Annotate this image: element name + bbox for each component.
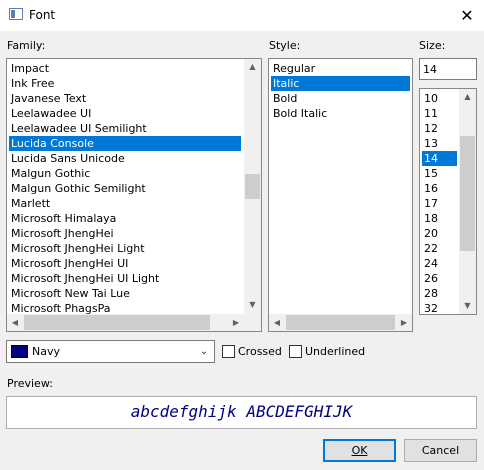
family-hscroll-thumb[interactable] (24, 315, 210, 330)
family-list-item[interactable]: Microsoft JhengHei Light (9, 241, 241, 256)
style-list-item[interactable]: Bold Italic (271, 106, 410, 121)
size-list-item[interactable]: 28 (422, 286, 457, 301)
window-title: Font (29, 8, 56, 22)
family-list-item[interactable]: Javanese Text (9, 91, 241, 106)
style-listbox[interactable]: Regular Italic Bold Bold Italic ◀ ▶ (268, 58, 413, 332)
size-label: Size: (419, 39, 446, 52)
crossed-label[interactable]: Crossed (238, 345, 282, 358)
underlined-checkbox[interactable] (289, 345, 302, 358)
family-label: Family: (7, 39, 46, 52)
size-input[interactable]: 14 (419, 58, 477, 80)
family-list-item[interactable]: Leelawadee UI Semilight (9, 121, 241, 136)
size-list-item[interactable]: 11 (422, 106, 457, 121)
preview-sample: abcdefghijk ABCDEFGHIJK (130, 402, 353, 421)
size-list-item[interactable]: 20 (422, 226, 457, 241)
scroll-down-icon[interactable]: ▼ (244, 297, 261, 312)
size-list-item[interactable]: 15 (422, 166, 457, 181)
size-list-item[interactable]: 22 (422, 241, 457, 256)
family-list-item[interactable]: Lucida Console (9, 136, 241, 151)
size-vscroll-thumb[interactable] (460, 136, 475, 251)
color-combobox[interactable]: Navy ⌄ (6, 340, 215, 363)
family-list-item[interactable]: Ink Free (9, 76, 241, 91)
family-list-item[interactable]: Microsoft JhengHei (9, 226, 241, 241)
size-list-item[interactable]: 13 (422, 136, 457, 151)
size-list-item[interactable]: 18 (422, 211, 457, 226)
size-list-item[interactable]: 14 (422, 151, 457, 166)
style-hscroll-thumb[interactable] (286, 315, 395, 330)
size-list-item[interactable]: 17 (422, 196, 457, 211)
family-vscroll[interactable]: ▲ ▼ (244, 59, 261, 314)
style-label: Style: (269, 39, 301, 52)
size-list-item[interactable]: 10 (422, 91, 457, 106)
title-bar (0, 0, 484, 31)
scroll-corner (244, 314, 261, 331)
style-list-item[interactable]: Regular (271, 61, 410, 76)
ok-label: OK (351, 444, 368, 457)
family-list-item[interactable]: Microsoft New Tai Lue (9, 286, 241, 301)
scroll-up-icon[interactable]: ▲ (244, 59, 261, 74)
style-hscroll[interactable]: ◀ ▶ (269, 314, 412, 331)
preview-box: abcdefghijk ABCDEFGHIJK (6, 396, 477, 429)
family-list-item[interactable]: Marlett (9, 196, 241, 211)
family-listbox[interactable]: Impact Ink Free Javanese Text Leelawadee UI… (6, 58, 262, 332)
size-listbox[interactable]: 10 11 12 13 14 15 16 17 18 20 22 24 26 28 32 ▲ ▼ (419, 88, 477, 315)
family-list-item[interactable]: Malgun Gothic (9, 166, 241, 181)
family-list-item[interactable]: Malgun Gothic Semilight (9, 181, 241, 196)
preview-label: Preview: (7, 377, 53, 390)
scroll-left-icon[interactable]: ◀ (7, 314, 23, 331)
ok-button[interactable]: OK (323, 439, 396, 462)
size-vscroll[interactable]: ▲ ▼ (459, 89, 476, 314)
family-vscroll-thumb[interactable] (245, 174, 260, 199)
family-list-item[interactable]: Impact (9, 61, 241, 76)
family-list-item[interactable]: Microsoft JhengHei UI (9, 256, 241, 271)
scroll-right-icon[interactable]: ▶ (396, 314, 412, 331)
size-list-item[interactable]: 16 (422, 181, 457, 196)
size-list-item[interactable]: 32 (422, 301, 457, 314)
style-list-item[interactable]: Italic (271, 76, 410, 91)
size-list-item[interactable]: 26 (422, 271, 457, 286)
scroll-up-icon[interactable]: ▲ (459, 89, 476, 104)
color-value: Navy (32, 345, 60, 358)
family-list-item[interactable]: Microsoft JhengHei UI Light (9, 271, 241, 286)
app-icon (9, 8, 23, 20)
family-list-item[interactable]: Leelawadee UI (9, 106, 241, 121)
family-list-item[interactable]: Microsoft Himalaya (9, 211, 241, 226)
size-list-item[interactable]: 24 (422, 256, 457, 271)
close-icon[interactable]: ✕ (452, 2, 482, 28)
style-list-item[interactable]: Bold (271, 91, 410, 106)
crossed-checkbox[interactable] (222, 345, 235, 358)
underlined-label[interactable]: Underlined (305, 345, 365, 358)
family-list-item[interactable]: Lucida Sans Unicode (9, 151, 241, 166)
chevron-down-icon[interactable]: ⌄ (196, 344, 212, 359)
scroll-down-icon[interactable]: ▼ (459, 298, 476, 313)
cancel-button[interactable]: Cancel (404, 439, 477, 462)
color-swatch (11, 345, 28, 358)
size-list-item[interactable]: 12 (422, 121, 457, 136)
scroll-left-icon[interactable]: ◀ (269, 314, 285, 331)
family-hscroll[interactable]: ◀ ▶ (7, 314, 244, 331)
scroll-right-icon[interactable]: ▶ (228, 314, 244, 331)
